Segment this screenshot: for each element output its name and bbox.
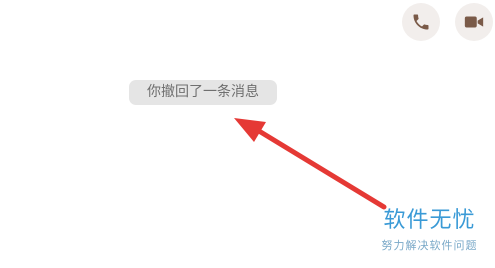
video-camera-icon [463, 11, 485, 33]
watermark: 软件无忧 努力解决软件问题 [372, 208, 487, 254]
phone-icon [411, 12, 431, 32]
watermark-subtitle: 努力解决软件问题 [381, 239, 478, 252]
video-call-button[interactable] [455, 3, 493, 41]
watermark-title: 软件无忧 [383, 208, 476, 233]
message-recalled-notice: 你撤回了一条消息 [129, 80, 277, 105]
voice-call-button[interactable] [402, 3, 440, 41]
